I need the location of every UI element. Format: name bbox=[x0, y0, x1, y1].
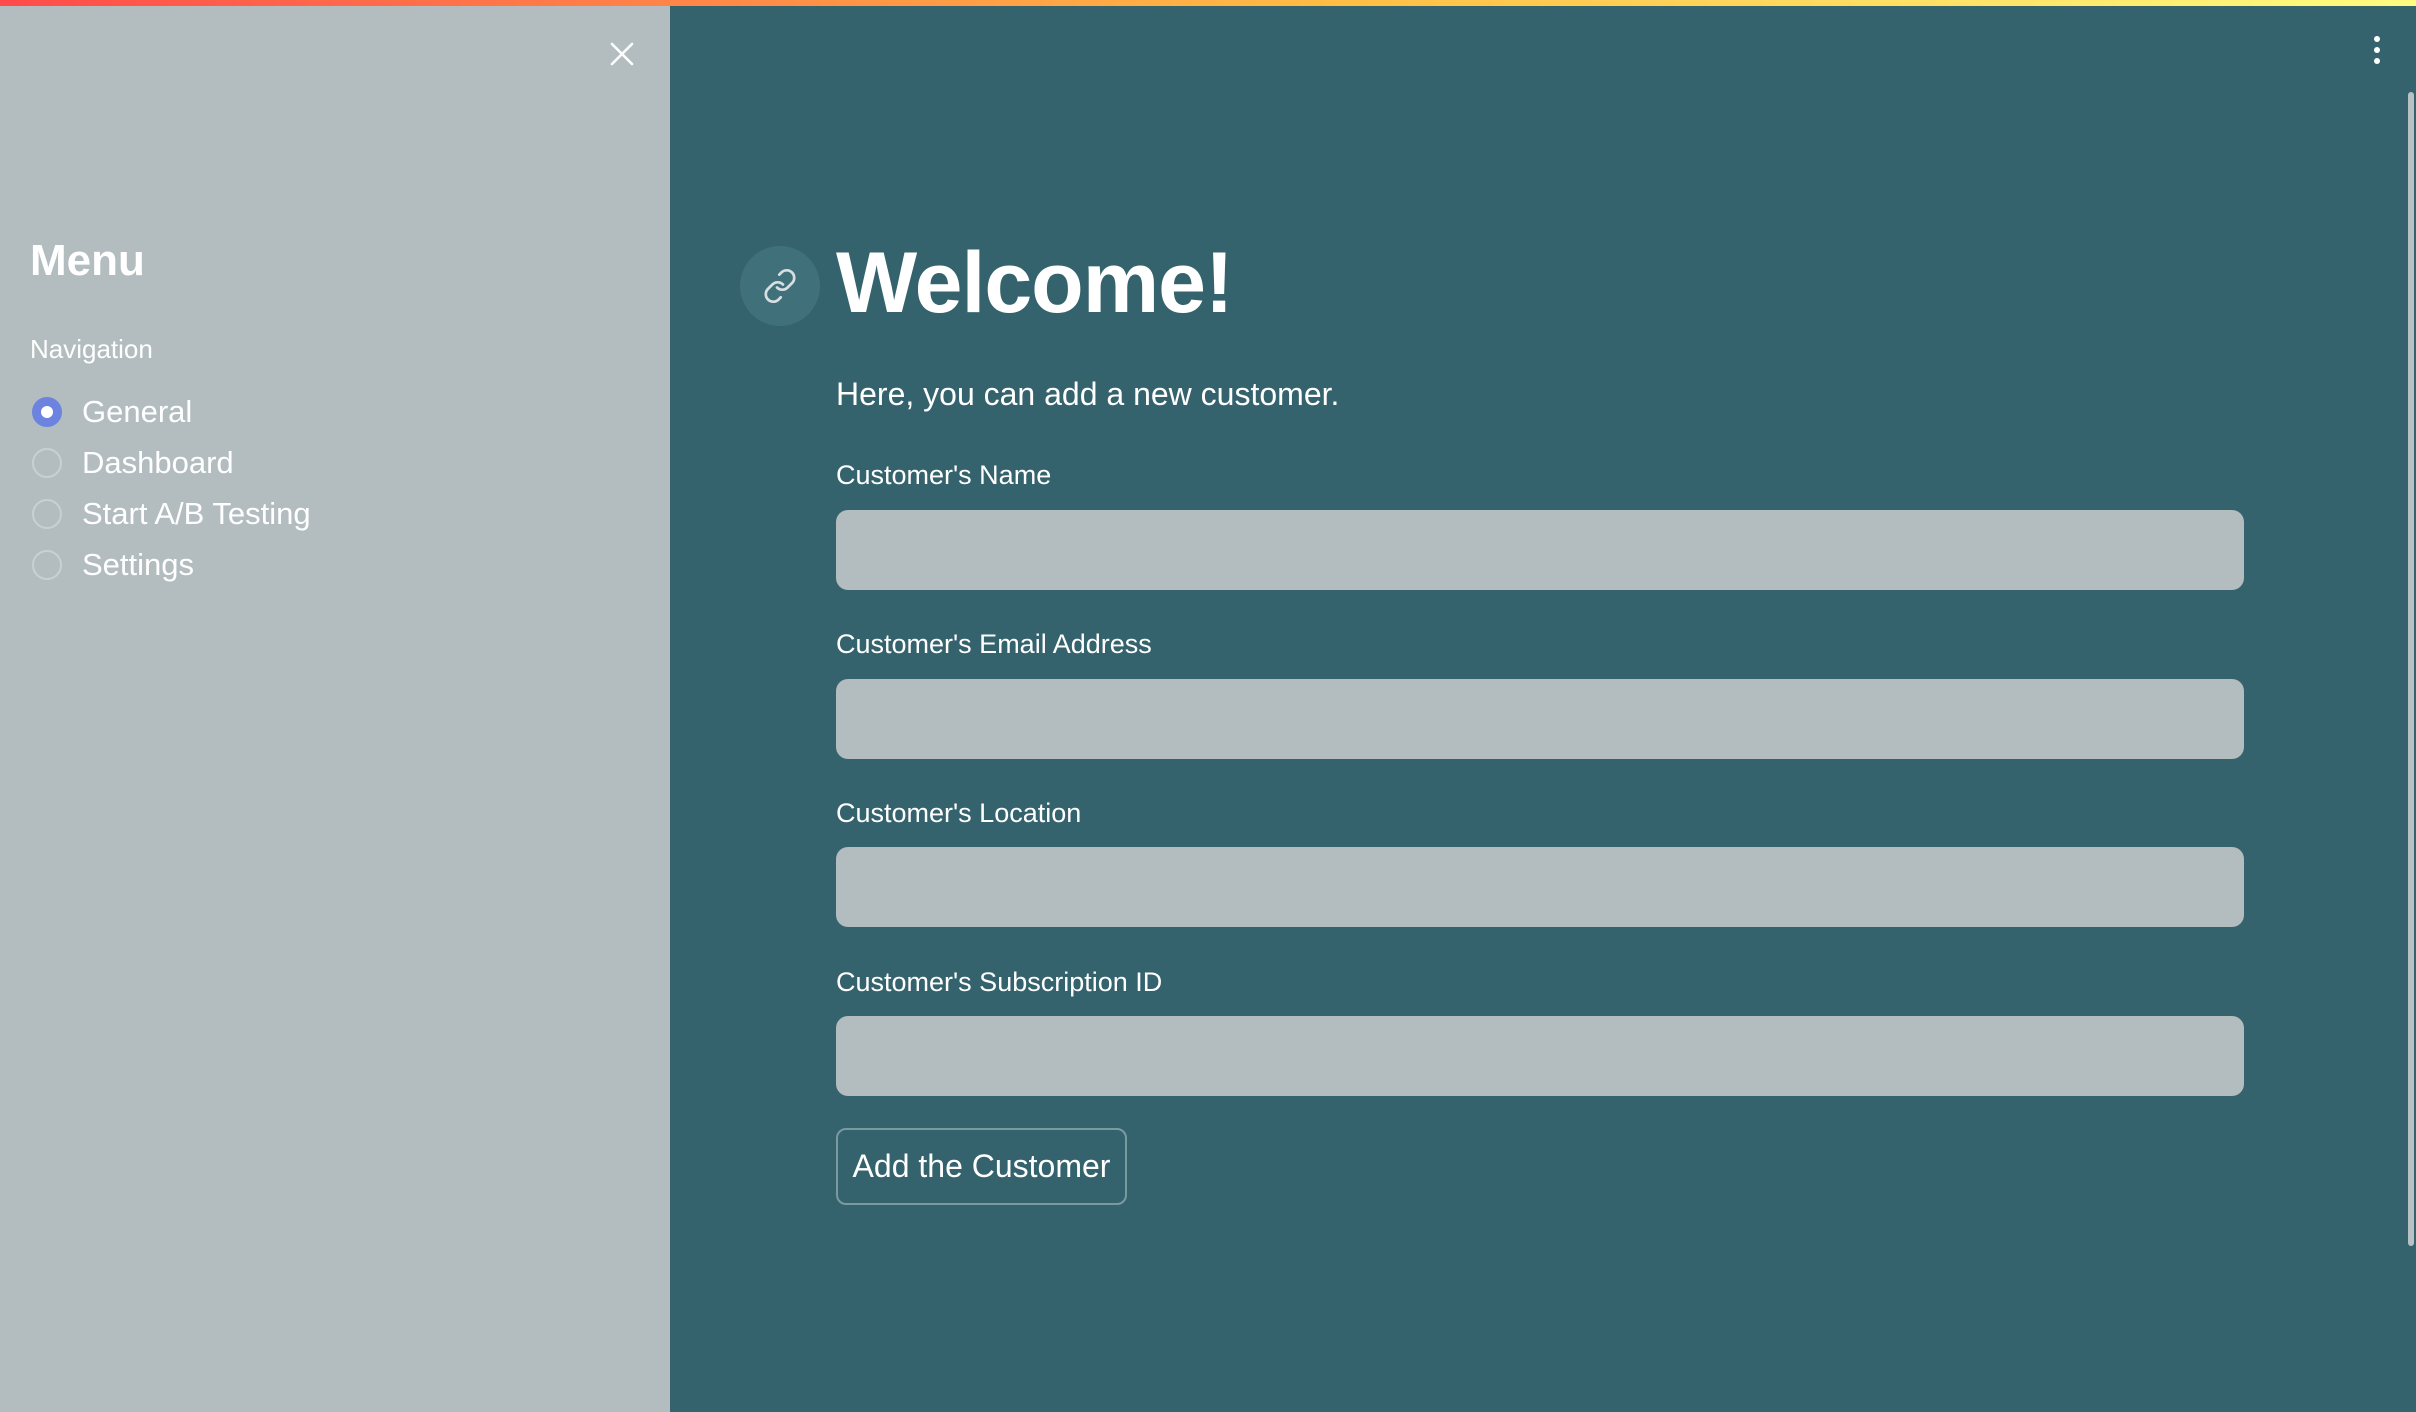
scrollbar[interactable] bbox=[2408, 92, 2414, 1246]
sidebar-title: Menu bbox=[30, 236, 145, 285]
customer-subscription-id-label: Customer's Subscription ID bbox=[836, 967, 1163, 997]
kebab-dot bbox=[2374, 47, 2380, 53]
radio-button-selected[interactable] bbox=[32, 396, 62, 427]
sidebar: Menu Navigation General Dashboard Start … bbox=[0, 0, 670, 1412]
customer-name-input[interactable] bbox=[836, 510, 2244, 590]
top-decoration-bar bbox=[0, 0, 2416, 6]
header-anchor-link[interactable] bbox=[740, 246, 820, 326]
customer-location-input[interactable] bbox=[836, 847, 2244, 927]
radio-button[interactable] bbox=[32, 549, 62, 580]
kebab-dot bbox=[2374, 58, 2380, 64]
navigation-label: Navigation bbox=[30, 334, 153, 364]
nav-radio-label: Dashboard bbox=[82, 444, 234, 480]
nav-radio-dashboard[interactable]: Dashboard bbox=[32, 437, 311, 488]
radio-button[interactable] bbox=[32, 447, 62, 478]
radio-button[interactable] bbox=[32, 498, 62, 529]
page-subtitle: Here, you can add a new customer. bbox=[836, 376, 1340, 412]
customer-location-label: Customer's Location bbox=[836, 798, 1082, 828]
nav-radio-start-ab-testing[interactable]: Start A/B Testing bbox=[32, 488, 311, 539]
nav-radio-general[interactable]: General bbox=[32, 386, 311, 437]
link-icon bbox=[764, 268, 796, 304]
close-icon bbox=[610, 42, 634, 66]
main-menu-button[interactable] bbox=[2362, 30, 2392, 70]
customer-email-input[interactable] bbox=[836, 679, 2244, 759]
customer-name-label: Customer's Name bbox=[836, 460, 1052, 490]
kebab-dot bbox=[2374, 36, 2380, 42]
app-window: Menu Navigation General Dashboard Start … bbox=[0, 0, 2416, 1412]
customer-subscription-id-input[interactable] bbox=[836, 1016, 2244, 1096]
page-title: Welcome! bbox=[836, 235, 1234, 331]
navigation-radio-group: General Dashboard Start A/B Testing Sett… bbox=[32, 386, 311, 590]
add-customer-button[interactable]: Add the Customer bbox=[836, 1128, 1127, 1205]
nav-radio-label: Settings bbox=[82, 546, 195, 582]
customer-email-label: Customer's Email Address bbox=[836, 629, 1152, 659]
nav-radio-label: General bbox=[82, 393, 193, 429]
nav-radio-settings[interactable]: Settings bbox=[32, 539, 311, 590]
close-sidebar-button[interactable] bbox=[598, 34, 646, 74]
nav-radio-label: Start A/B Testing bbox=[82, 495, 311, 531]
